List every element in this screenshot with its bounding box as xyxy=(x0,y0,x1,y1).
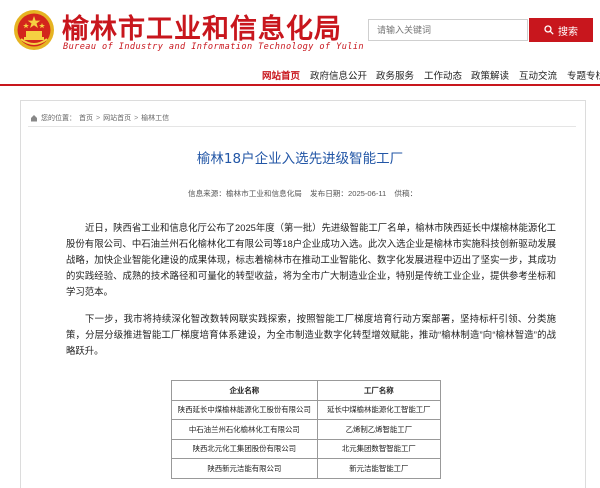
table-cell-company: 陕西延长中煤榆林能源化工股份有限公司 xyxy=(171,399,318,420)
factory-table: 企业名称 工厂名称 陕西延长中煤榆林能源化工股份有限公司 延长中煤榆林能源化工智… xyxy=(171,380,442,479)
table-header-row: 企业名称 工厂名称 xyxy=(171,380,442,401)
search-icon xyxy=(544,25,554,35)
table-cell-factory: 新元洁能智能工厂 xyxy=(316,458,442,479)
site-header: 榆林市工业和信息化局 Bureau of Industry and Inform… xyxy=(0,0,600,64)
table-header-factory: 工厂名称 xyxy=(316,380,442,401)
home-icon xyxy=(31,115,37,122)
table-cell-company: 陕西新元洁能有限公司 xyxy=(171,458,318,479)
breadcrumb-prefix: 您的位置： xyxy=(41,115,76,122)
nav-special[interactable]: 专题专栏 xyxy=(567,68,600,82)
breadcrumb-home[interactable]: 首页 xyxy=(79,113,93,123)
breadcrumb-separator: > xyxy=(134,114,139,122)
article-date: 发布日期：2025-06-11 xyxy=(310,189,387,198)
site-title: 榆林市工业和信息化局 xyxy=(62,14,342,45)
article-title: 榆林18户企业入选先进级智能工厂 xyxy=(196,151,404,167)
search-button[interactable]: 搜索 xyxy=(529,18,593,42)
breadcrumb-site-home[interactable]: 网站首页 xyxy=(103,113,131,123)
article-paragraph: 下一步，我市将持续深化智改数转网联实践探索，按照智能工厂梯度培育行动方案部署，坚… xyxy=(66,313,556,356)
breadcrumb: 您的位置： 首页 > 网站首页 > 榆林工信 xyxy=(30,113,169,123)
nav-work-news[interactable]: 工作动态 xyxy=(424,68,462,82)
table-cell-company: 中石油兰州石化榆林化工有限公司 xyxy=(171,419,318,440)
nav-gov-service[interactable]: 政务服务 xyxy=(376,68,414,82)
site-subtitle: Bureau of Industry and Information Techn… xyxy=(63,42,364,52)
nav-home[interactable]: 网站首页 xyxy=(262,68,300,82)
article-source: 信息来源：榆林市工业和信息化局 xyxy=(188,189,302,198)
nav-policy[interactable]: 政策解读 xyxy=(471,68,509,82)
breadcrumb-divider xyxy=(28,126,576,127)
article-contributor: 供稿： xyxy=(394,189,418,198)
main-nav: 网站首页 政府信息公开 政务服务 工作动态 政策解读 互动交流 专题专栏 xyxy=(0,64,600,86)
table-row: 中石油兰州石化榆林化工有限公司 乙烯制乙烯智能工厂 xyxy=(171,419,442,440)
table-cell-company: 陕西北元化工集团股份有限公司 xyxy=(171,438,318,459)
breadcrumb-separator: > xyxy=(96,114,101,122)
breadcrumb-yulin-gongxin[interactable]: 榆林工信 xyxy=(141,113,169,123)
article-meta: 信息来源：榆林市工业和信息化局 发布日期：2025-06-11 供稿： xyxy=(188,188,423,199)
national-emblem-icon xyxy=(14,10,54,50)
table-cell-factory: 乙烯制乙烯智能工厂 xyxy=(316,419,442,440)
nav-gov-info[interactable]: 政府信息公开 xyxy=(310,68,367,82)
table-row: 陕西延长中煤榆林能源化工股份有限公司 延长中煤榆林能源化工智能工厂 xyxy=(171,399,442,420)
table-cell-factory: 延长中煤榆林能源化工智能工厂 xyxy=(316,399,442,420)
nav-interaction[interactable]: 互动交流 xyxy=(519,68,557,82)
search-input[interactable] xyxy=(368,19,528,41)
table-header-company: 企业名称 xyxy=(171,380,318,401)
table-row: 陕西新元洁能有限公司 新元洁能智能工厂 xyxy=(171,458,442,479)
article-paragraph: 近日，陕西省工业和信息化厅公布了2025年度（第一批）先进级智能工厂名单，榆林市… xyxy=(66,222,556,297)
search-button-label: 搜索 xyxy=(558,26,578,38)
table-row: 陕西北元化工集团股份有限公司 北元集团数智智能工厂 xyxy=(171,438,442,459)
table-cell-factory: 北元集团数智智能工厂 xyxy=(316,438,442,459)
